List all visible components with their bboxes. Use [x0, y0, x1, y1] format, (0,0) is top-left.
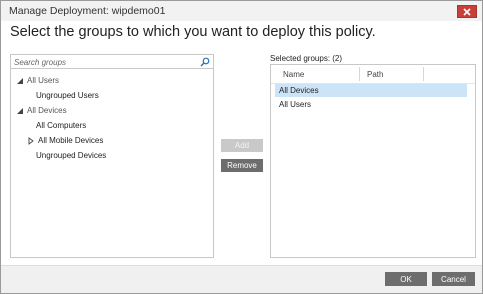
column-header-name[interactable]: Name	[283, 65, 304, 83]
column-divider[interactable]	[359, 67, 360, 81]
ok-button[interactable]: OK	[385, 272, 427, 286]
tree-item-ungrouped-devices[interactable]: Ungrouped Devices	[36, 151, 106, 160]
expanded-triangle-icon[interactable]	[16, 77, 24, 85]
row-name: All Users	[279, 100, 312, 109]
column-header-path[interactable]: Path	[367, 65, 383, 83]
tree-item-all-computers[interactable]: All Computers	[36, 121, 86, 130]
tree-item-label: All Mobile Devices	[38, 136, 104, 145]
page-heading: Select the groups to which you want to d…	[10, 24, 376, 40]
tree-item-label: All Devices	[27, 106, 67, 115]
groups-tree-panel: All Users Ungrouped Users All Devices Al…	[10, 54, 214, 258]
tree-item-all-mobile-devices[interactable]: All Mobile Devices	[27, 136, 103, 145]
row-name: All Devices	[279, 86, 319, 95]
tree-item-label: All Computers	[36, 121, 87, 130]
tree-item-ungrouped-users[interactable]: Ungrouped Users	[36, 91, 99, 100]
table-row[interactable]: All Devices	[275, 84, 467, 97]
remove-button[interactable]: Remove	[221, 159, 263, 172]
selected-groups-label: Selected groups: (2)	[270, 54, 343, 63]
title-bar: Manage Deployment: wipdemo01	[1, 1, 482, 21]
search-input[interactable]	[14, 56, 194, 68]
table-row[interactable]: All Users	[275, 98, 467, 111]
close-icon	[463, 7, 471, 16]
close-button[interactable]	[457, 5, 477, 18]
search-box	[11, 55, 213, 69]
window-title: Manage Deployment: wipdemo01	[9, 5, 166, 17]
column-divider[interactable]	[423, 67, 424, 81]
selected-groups-panel: Name Path All Devices All Users	[270, 64, 476, 258]
expanded-triangle-icon[interactable]	[16, 107, 24, 115]
search-icon[interactable]	[200, 57, 210, 67]
tree-item-label: Ungrouped Devices	[36, 151, 107, 160]
tree-item-all-devices[interactable]: All Devices	[16, 106, 67, 115]
collapsed-triangle-icon[interactable]	[27, 136, 35, 145]
manage-deployment-dialog: Manage Deployment: wipdemo01 Select the …	[0, 0, 483, 294]
tree-item-all-users[interactable]: All Users	[16, 76, 59, 85]
add-button[interactable]: Add	[221, 139, 263, 152]
tree-item-label: Ungrouped Users	[36, 91, 99, 100]
tree-item-label: All Users	[27, 76, 60, 85]
cancel-button[interactable]: Cancel	[432, 272, 475, 286]
